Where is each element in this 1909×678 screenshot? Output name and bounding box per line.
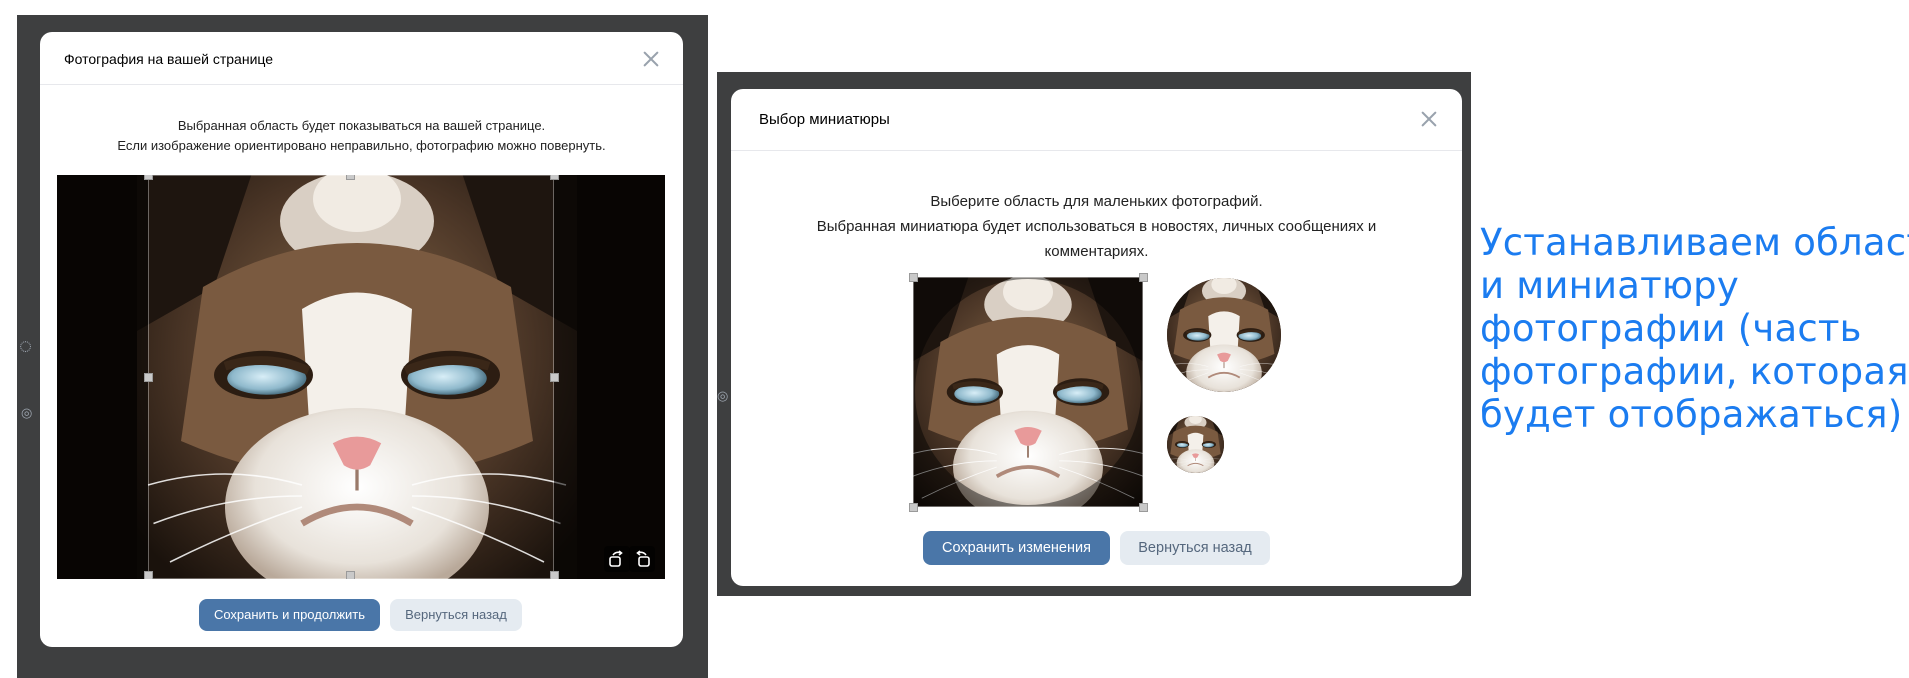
- crop-frame[interactable]: [148, 175, 554, 579]
- crop-shade-left: [57, 175, 148, 579]
- crop-handle[interactable]: [144, 175, 153, 180]
- save-and-continue-button[interactable]: Сохранить и продолжить: [199, 599, 380, 631]
- crop-handle[interactable]: [909, 273, 918, 282]
- close-icon[interactable]: [643, 51, 657, 65]
- right-dialog-title: Выбор миниатюры: [759, 111, 890, 128]
- right-dialog-description: Выберите область для маленьких фотографи…: [731, 189, 1462, 264]
- description-line: Выбранная область будет показываться на …: [177, 118, 546, 133]
- caption-line: фотографии (часть: [1480, 307, 1862, 350]
- right-dialog: Выбор миниатюры Выберите область для мал…: [731, 89, 1462, 586]
- rotate-left-icon[interactable]: [604, 546, 630, 572]
- left-dialog: Фотография на вашей странице Выбранная о…: [40, 32, 683, 647]
- bg-camera-icon: ◎: [21, 405, 33, 420]
- crop-handle[interactable]: [550, 571, 559, 579]
- crop-handle[interactable]: [1139, 503, 1148, 512]
- caption-line: будет отображаться): [1480, 393, 1903, 436]
- crop-handle[interactable]: [550, 175, 559, 180]
- thumbnail-preview-small: [1167, 416, 1224, 473]
- bg-bulb-icon: ◌: [19, 333, 33, 358]
- crop-handle[interactable]: [144, 571, 153, 579]
- back-button[interactable]: Вернуться назад: [1120, 531, 1270, 565]
- crop-handle[interactable]: [346, 175, 355, 180]
- caption-text: Устанавливаем область и миниатюру фотогр…: [1480, 221, 1909, 436]
- crop-shade-right: [554, 175, 665, 579]
- description-line: комментариях.: [1044, 243, 1149, 260]
- left-dialog-title: Фотография на вашей странице: [64, 51, 274, 67]
- right-dialog-header: Выбор миниатюры: [731, 89, 1462, 151]
- thumbnail-circle-mask: [913, 277, 1143, 507]
- crop-handle[interactable]: [144, 373, 153, 382]
- left-dialog-description: Выбранная область будет показываться на …: [40, 116, 683, 156]
- crop-handle[interactable]: [1139, 273, 1148, 282]
- description-line: Выбранная миниатюра будет использоваться…: [816, 218, 1377, 235]
- rotate-right-icon[interactable]: [629, 546, 655, 572]
- thumbnail-crop-area[interactable]: [913, 277, 1143, 507]
- left-dialog-header: Фотография на вашей странице: [40, 32, 683, 85]
- close-icon[interactable]: [1421, 111, 1437, 127]
- crop-area[interactable]: [57, 175, 665, 579]
- crop-handle[interactable]: [909, 503, 918, 512]
- bg-camera-icon: ◎: [717, 388, 729, 403]
- thumbnail-preview-large: [1167, 278, 1281, 392]
- description-line: Выберите область для маленьких фотографи…: [930, 193, 1263, 210]
- caption-line: Устанавливаем область: [1480, 221, 1909, 264]
- crop-handle[interactable]: [346, 571, 355, 579]
- description-line: Если изображение ориентировано неправиль…: [117, 138, 606, 153]
- save-changes-button[interactable]: Сохранить изменения: [923, 531, 1110, 565]
- caption-line: фотографии, которая: [1480, 350, 1909, 393]
- back-button[interactable]: Вернуться назад: [390, 599, 522, 631]
- caption-line: и миниатюру: [1480, 264, 1739, 307]
- crop-handle[interactable]: [550, 373, 559, 382]
